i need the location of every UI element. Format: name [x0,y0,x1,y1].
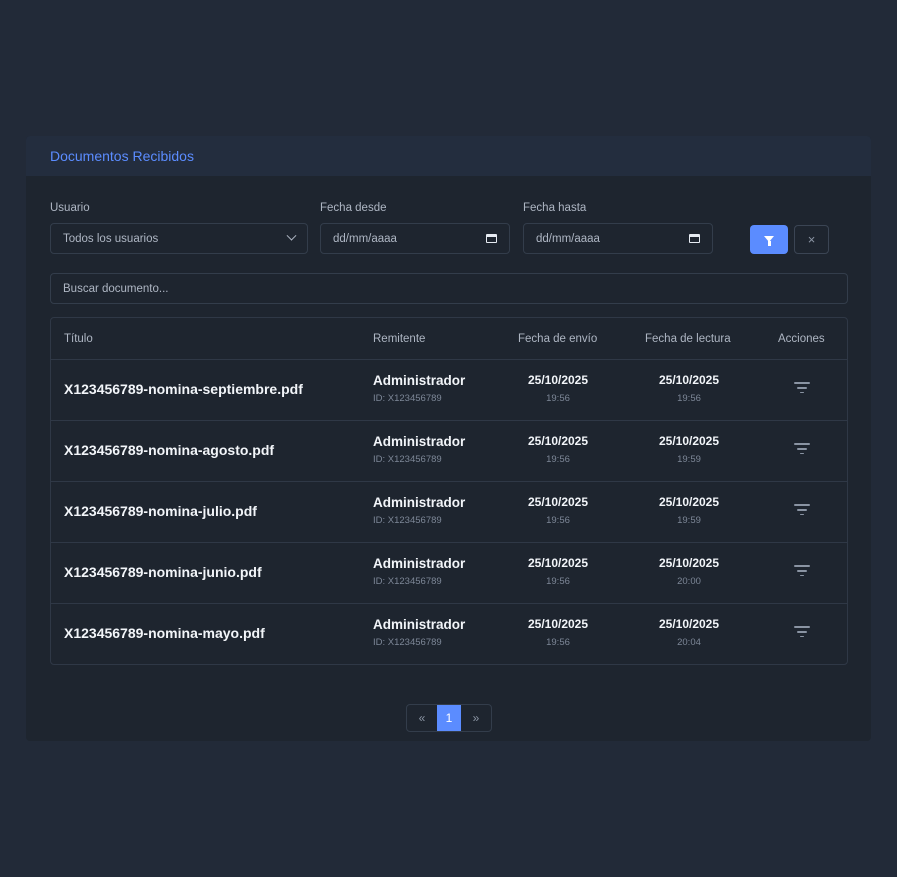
pagination-next-button[interactable]: » [461,705,491,731]
sender-cell: Administrador ID: X123456789 [373,373,465,404]
date-to-value: dd/mm/aaaa [536,232,600,245]
document-title[interactable]: X123456789-nomina-junio.pdf [64,564,262,580]
sent-date-cell: 25/10/2025 19:56 [508,617,608,648]
document-title[interactable]: X123456789-nomina-agosto.pdf [64,442,274,458]
read-date-cell: 25/10/2025 20:04 [639,617,739,648]
filter-icon [764,235,774,246]
sender-id: ID: X123456789 [373,454,442,465]
date-from-value: dd/mm/aaaa [333,232,397,245]
actions-menu-icon[interactable] [794,443,810,457]
sender-id: ID: X123456789 [373,515,442,526]
sender-cell: Administrador ID: X123456789 [373,556,465,587]
read-time: 19:59 [677,515,701,526]
sent-date: 25/10/2025 [527,434,589,448]
user-select[interactable]: Todos los usuarios [50,223,308,254]
sent-date: 25/10/2025 [527,495,589,509]
sent-date-cell: 25/10/2025 19:56 [508,495,608,526]
panel-header: Documentos Recibidos [26,136,871,176]
sent-time: 19:56 [546,637,570,648]
document-title[interactable]: X123456789-nomina-mayo.pdf [64,625,265,641]
date-to-label: Fecha hasta [523,202,587,214]
sender-id: ID: X123456789 [373,637,442,648]
date-to-input[interactable]: dd/mm/aaaa [523,223,713,254]
document-title[interactable]: X123456789-nomina-julio.pdf [64,503,257,519]
sender-name: Administrador [373,434,466,449]
close-icon: × [807,232,816,247]
user-filter-label: Usuario [50,202,90,214]
sender-name: Administrador [373,556,466,571]
sent-date: 25/10/2025 [527,617,589,631]
read-time: 19:59 [677,454,701,465]
sender-name: Administrador [373,495,466,510]
read-date: 25/10/2025 [658,495,720,509]
sent-date-cell: 25/10/2025 19:56 [508,556,608,587]
filters-bar: Usuario Todos los usuarios Fecha desde d… [50,202,848,254]
sender-name: Administrador [373,373,466,388]
sent-date-cell: 25/10/2025 19:56 [508,434,608,465]
date-from-label: Fecha desde [320,202,387,214]
pagination: « 1 » [406,704,492,732]
table-row[interactable]: X123456789-nomina-julio.pdf Administrado… [51,482,847,543]
table-row[interactable]: X123456789-nomina-agosto.pdf Administrad… [51,421,847,482]
user-select-value: Todos los usuarios [63,232,159,245]
panel-title: Documentos Recibidos [50,148,194,164]
sent-time: 19:56 [546,393,570,404]
table-row[interactable]: X123456789-nomina-mayo.pdf Administrador… [51,604,847,664]
table-header: Título Remitente Fecha de envío Fecha de… [51,318,847,360]
sender-name: Administrador [373,617,466,632]
header-title: Título [64,333,93,345]
calendar-icon[interactable] [689,234,700,243]
sender-id: ID: X123456789 [373,393,442,404]
sender-cell: Administrador ID: X123456789 [373,495,465,526]
documents-panel: Documentos Recibidos Usuario Todos los u… [26,136,871,741]
calendar-icon[interactable] [486,234,497,243]
table-row[interactable]: X123456789-nomina-junio.pdf Administrado… [51,543,847,604]
header-read-date: Fecha de lectura [645,333,731,345]
clear-filter-button[interactable]: × [794,225,829,254]
actions-menu-icon[interactable] [794,565,810,579]
pagination-page-current[interactable]: 1 [437,705,461,731]
search-input[interactable]: Buscar documento... [50,273,848,304]
sender-cell: Administrador ID: X123456789 [373,434,465,465]
actions-menu-icon[interactable] [794,504,810,518]
read-time: 20:00 [677,576,701,587]
read-date: 25/10/2025 [658,434,720,448]
read-date: 25/10/2025 [658,617,720,631]
read-date: 25/10/2025 [658,556,720,570]
table-row[interactable]: X123456789-nomina-septiembre.pdf Adminis… [51,360,847,421]
sender-id: ID: X123456789 [373,576,442,587]
pagination-prev-button[interactable]: « [407,705,437,731]
sent-time: 19:56 [546,515,570,526]
header-sent-date: Fecha de envío [518,333,598,345]
read-date-cell: 25/10/2025 19:59 [639,495,739,526]
documents-table: Título Remitente Fecha de envío Fecha de… [50,317,848,665]
sent-time: 19:56 [546,576,570,587]
actions-menu-icon[interactable] [794,626,810,640]
sender-cell: Administrador ID: X123456789 [373,617,465,648]
chevron-down-icon [286,230,297,241]
read-time: 20:04 [677,637,701,648]
search-placeholder: Buscar documento... [63,282,169,295]
header-sender: Remitente [373,333,426,345]
actions-menu-icon[interactable] [794,382,810,396]
sent-date: 25/10/2025 [527,373,589,387]
read-date: 25/10/2025 [658,373,720,387]
apply-filter-button[interactable] [750,225,788,254]
sent-time: 19:56 [546,454,570,465]
header-actions: Acciones [778,333,825,345]
read-date-cell: 25/10/2025 19:59 [639,434,739,465]
read-time: 19:56 [677,393,701,404]
sent-date: 25/10/2025 [527,556,589,570]
date-from-input[interactable]: dd/mm/aaaa [320,223,510,254]
document-title[interactable]: X123456789-nomina-septiembre.pdf [64,381,303,397]
read-date-cell: 25/10/2025 20:00 [639,556,739,587]
read-date-cell: 25/10/2025 19:56 [639,373,739,404]
sent-date-cell: 25/10/2025 19:56 [508,373,608,404]
